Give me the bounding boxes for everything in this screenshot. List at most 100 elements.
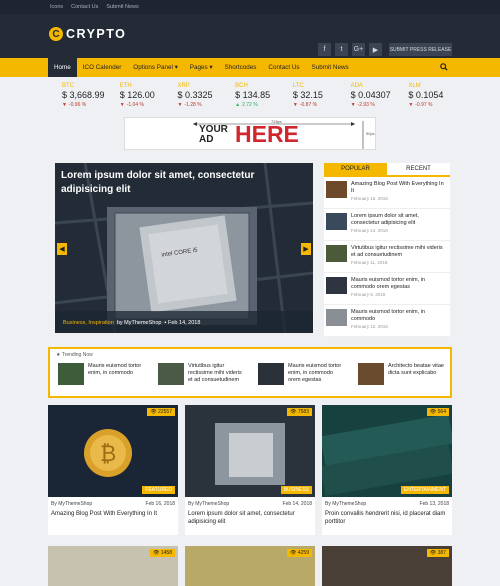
views-badge: 👁 4259 — [287, 549, 312, 557]
popular-title[interactable]: Virtutibus igitur rectissime mihi videri… — [351, 245, 448, 259]
twitter-icon[interactable]: t — [335, 43, 348, 56]
trending-item[interactable]: Mauris euismod tortor enim, in commodo — [58, 363, 146, 385]
top-bar: Icons Contact Us Submit News — [0, 0, 500, 14]
ticker-change: ▼ -0.87 % — [292, 102, 318, 108]
nav-submit-news[interactable]: Submit News — [306, 58, 355, 77]
trending-thumbnail[interactable] — [158, 363, 184, 385]
ad-banner[interactable]: YOUR AD HERE 728px 90px — [124, 117, 376, 150]
trending-title[interactable]: Architecto beatae vitae dicta sunt expli… — [388, 363, 446, 385]
arrow-down-icon: ▼ — [292, 102, 298, 108]
nav-options-panel[interactable]: Options Panel ▾ — [127, 58, 183, 77]
category-badge[interactable]: ENTERTAINMENT — [400, 486, 449, 494]
popular-title[interactable]: Amazing Blog Post With Everything In It — [351, 181, 448, 195]
svg-text:₿: ₿ — [100, 441, 116, 466]
tab-popular[interactable]: POPULAR — [324, 163, 387, 175]
category-badge[interactable]: BUSINESS — [280, 486, 312, 494]
ticker-price: $ 0.3325 — [177, 90, 213, 100]
category-badge[interactable]: FEATURED — [142, 486, 175, 494]
submit-press-release-button[interactable]: SUBMIT PRESS RELEASE — [389, 43, 452, 56]
popular-thumbnail[interactable] — [326, 213, 347, 230]
ticker-change: ▼ -0.97 % — [408, 102, 433, 108]
popular-title[interactable]: Mauris euismod tortor enim, in commodo o… — [351, 277, 448, 291]
popular-item[interactable]: Mauris euismod tortor enim, in commodo F… — [324, 305, 450, 337]
tab-recent[interactable]: RECENT — [387, 163, 450, 175]
post-title[interactable]: Lorem ipsum dolor sit amet, consectetur … — [185, 507, 315, 526]
post-card[interactable]: 👁 7583 BUSINESS By MyThemeShop Feb 14, 20… — [185, 405, 315, 535]
youtube-icon[interactable]: ▶ — [369, 43, 382, 56]
trending-thumbnail[interactable] — [358, 363, 384, 385]
social-links: f t G+ ▶ — [318, 43, 382, 56]
ticker-item[interactable]: BCH $ 134.85 ▲ 2.72 % — [221, 80, 279, 114]
ticker-price: $ 134.85 — [235, 90, 271, 100]
post-image[interactable]: 👁 7583 BUSINESS — [185, 405, 315, 497]
facebook-icon[interactable]: f — [318, 43, 331, 56]
ticker-symbol: ETH — [119, 83, 132, 89]
trending-item[interactable]: Virtutibus igitur rectissime mihi videri… — [158, 363, 246, 385]
ticker-change: ▲ 2.72 % — [235, 102, 258, 108]
ticker-item[interactable]: XRP $ 0.3325 ▼ -1.28 % — [163, 80, 221, 114]
popular-thumbnail[interactable] — [326, 277, 347, 294]
popular-item[interactable]: Lorem ipsum dolor sit amet, consectetur … — [324, 209, 450, 241]
nav-home[interactable]: Home — [48, 58, 77, 77]
post-card[interactable]: 👁 387 — [322, 546, 452, 586]
popular-thumbnail[interactable] — [326, 309, 347, 326]
top-link-contact[interactable]: Contact Us — [71, 4, 98, 10]
nav-ico-calender[interactable]: ICO Calender — [77, 58, 128, 77]
main-nav: Home ICO Calender Options Panel ▾ Pages … — [0, 58, 500, 77]
top-link-icons[interactable]: Icons — [50, 4, 63, 10]
arrow-down-icon: ▼ — [119, 102, 125, 108]
post-image[interactable]: ₿ 👁 22557 FEATURED — [48, 405, 178, 497]
popular-recent-widget: POPULAR RECENT Amazing Blog Post With Ev… — [324, 163, 450, 337]
post-author[interactable]: By MyThemeShop — [325, 501, 366, 507]
post-card[interactable]: 👁 4259 — [185, 546, 315, 586]
popular-date: February 12, 2018 — [351, 324, 388, 329]
trending-title[interactable]: Mauris euismod tortor enim, in commodo — [88, 363, 146, 385]
ticker-item[interactable]: ETH $ 126.00 ▼ -1.04 % — [106, 80, 164, 114]
nav-contact-us[interactable]: Contact Us — [262, 58, 305, 77]
slider-title[interactable]: Lorem ipsum dolor sit amet, consectetur … — [61, 169, 307, 197]
popular-thumbnail[interactable] — [326, 245, 347, 262]
ticker-item[interactable]: LTC $ 32.15 ▼ -0.87 % — [279, 80, 337, 114]
slider-date: Feb 14, 2018 — [168, 320, 201, 326]
slider-next-arrow[interactable]: ▶ — [301, 243, 311, 255]
post-author[interactable]: By MyThemeShop — [51, 501, 92, 507]
post-card[interactable]: 👁 1458 — [48, 546, 178, 586]
trending-thumbnail[interactable] — [58, 363, 84, 385]
post-title[interactable]: Proin convallis hendrerit nisi, id place… — [322, 507, 452, 526]
popular-item[interactable]: Amazing Blog Post With Everything In It … — [324, 177, 450, 209]
post-author[interactable]: By MyThemeShop — [188, 501, 229, 507]
ticker-item[interactable]: XLM $ 0.1054 ▼ -0.97 % — [394, 80, 452, 114]
ticker-item[interactable]: ADA $ 0.04307 ▼ -2.93 % — [337, 80, 395, 114]
arrow-down-icon: ▼ — [408, 102, 414, 108]
ticker-symbol: XRP — [177, 83, 190, 89]
popular-title[interactable]: Lorem ipsum dolor sit amet, consectetur … — [351, 213, 448, 227]
post-title[interactable]: Amazing Blog Post With Everything In It — [48, 507, 178, 518]
trending-title[interactable]: Mauris euismod tortor enim, in commodo o… — [288, 363, 346, 385]
slider-categories[interactable]: Business, Inspiration — [63, 320, 114, 326]
popular-date: February 9, 2018 — [351, 292, 386, 297]
search-icon[interactable] — [440, 63, 448, 71]
trending-item[interactable]: Architecto beatae vitae dicta sunt expli… — [358, 363, 446, 385]
nav-pages[interactable]: Pages ▾ — [184, 58, 219, 77]
post-card[interactable]: 👁 564 ENTERTAINMENT By MyThemeShop Feb 13… — [322, 405, 452, 535]
ticker-symbol: ADA — [350, 83, 363, 89]
popular-item[interactable]: Mauris euismod tortor enim, in commodo o… — [324, 273, 450, 305]
trending-item[interactable]: Mauris euismod tortor enim, in commodo o… — [258, 363, 346, 385]
nav-shortcodes[interactable]: Shortcodes — [219, 58, 263, 77]
slider-prev-arrow[interactable]: ◀ — [57, 243, 67, 255]
site-logo[interactable]: C CRYPTO — [49, 27, 126, 41]
popular-title[interactable]: Mauris euismod tortor enim, in commodo — [351, 309, 448, 323]
post-date: Feb 13, 2018 — [419, 501, 449, 507]
featured-slider[interactable]: intel CORE i5 Lorem ipsum dolor sit amet… — [55, 163, 313, 333]
top-link-submit[interactable]: Submit News — [106, 4, 138, 10]
trending-title[interactable]: Virtutibus igitur rectissime mihi videri… — [188, 363, 246, 385]
trending-thumbnail[interactable] — [258, 363, 284, 385]
popular-thumbnail[interactable] — [326, 181, 347, 198]
google-plus-icon[interactable]: G+ — [352, 43, 365, 56]
post-image[interactable]: 👁 564 ENTERTAINMENT — [322, 405, 452, 497]
popular-item[interactable]: Virtutibus igitur rectissime mihi videri… — [324, 241, 450, 273]
ticker-item[interactable]: BTC $ 3,668.99 ▼ -0.96 % — [48, 80, 106, 114]
ticker-change: ▼ -0.96 % — [62, 102, 87, 108]
slider-author[interactable]: by MyThemeShop — [117, 320, 162, 326]
post-card[interactable]: ₿ 👁 22557 FEATURED By MyThemeShop Feb 16,… — [48, 405, 178, 535]
